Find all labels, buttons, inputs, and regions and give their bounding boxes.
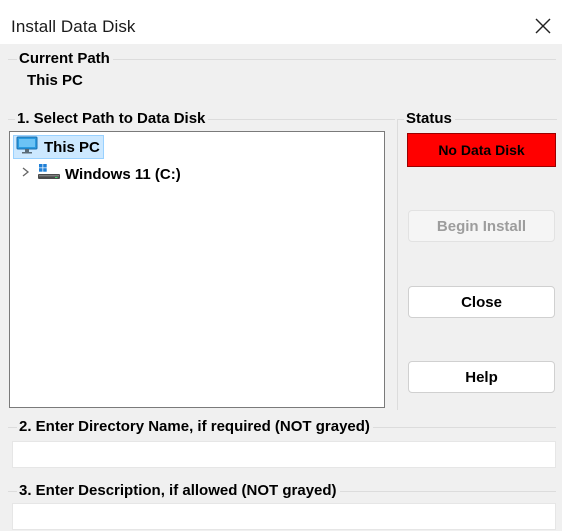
tree-item-windows-drive-label: Windows 11 (C:) (65, 165, 181, 183)
help-button[interactable]: Help (408, 361, 555, 393)
select-path-heading: 1. Select Path to Data Disk (15, 110, 209, 127)
directory-name-input[interactable] (12, 441, 556, 468)
current-path-value: This PC (27, 72, 83, 89)
status-group-border (397, 119, 398, 410)
install-data-disk-dialog: Install Data Disk Current Path This PC 1… (0, 0, 562, 531)
begin-install-button[interactable]: Begin Install (408, 210, 555, 242)
directory-heading: 2. Enter Directory Name, if required (NO… (17, 418, 373, 435)
status-heading: Status (404, 110, 455, 127)
folder-tree[interactable]: This PC Windows 11 (C:) (9, 131, 385, 408)
tree-item-this-pc[interactable]: This PC (13, 135, 104, 159)
drive-icon (37, 163, 61, 186)
tree-item-windows-drive[interactable]: Windows 11 (C:) (21, 163, 181, 185)
current-path-heading: Current Path (17, 50, 113, 67)
monitor-icon (16, 136, 38, 159)
status-indicator: No Data Disk (407, 133, 556, 167)
description-input[interactable] (12, 503, 556, 530)
close-button[interactable]: Close (408, 286, 555, 318)
chevron-right-icon[interactable] (21, 165, 31, 183)
close-window-icon[interactable] (528, 12, 558, 40)
description-heading: 3. Enter Description, if allowed (NOT gr… (17, 482, 340, 499)
title-bar[interactable]: Install Data Disk (0, 0, 562, 44)
window-title: Install Data Disk (11, 17, 136, 36)
tree-item-this-pc-label: This PC (44, 138, 100, 156)
